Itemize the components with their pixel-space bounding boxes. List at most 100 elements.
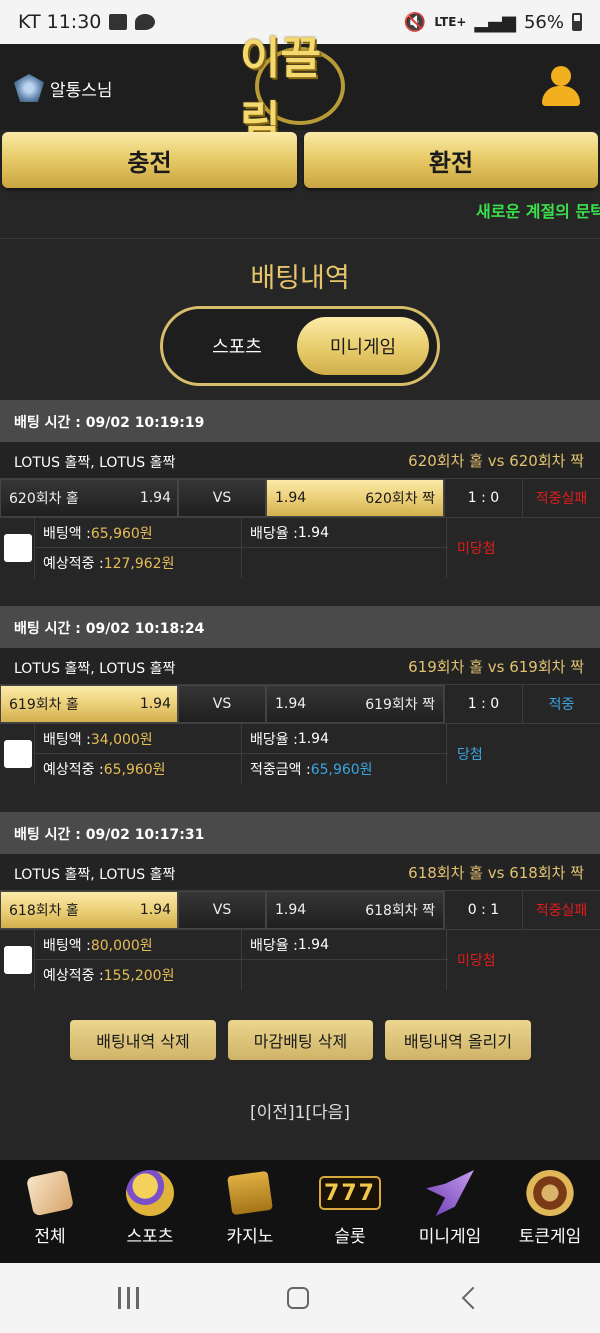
result-label: 적중실패 <box>522 479 600 517</box>
battery-icon <box>572 13 582 31</box>
away-odds: 1.94 <box>275 490 307 506</box>
event-name: LOTUS 홀짝, LOTUS 홀짝 <box>14 661 176 677</box>
win-status: 당첨 <box>457 747 483 763</box>
match-name: 618회차 홀 vs 618회차 짝 <box>408 864 584 882</box>
upload-history-button[interactable]: 배팅내역 올리기 <box>385 1020 531 1060</box>
expect-label: 예상적중 : <box>43 762 104 778</box>
user-info[interactable]: 알통스님 <box>14 74 113 102</box>
home-odds: 1.94 <box>139 902 171 918</box>
bet-detail: 배팅액 :80,000원 배당율 :1.94 예상적중 :155,200원 미당… <box>0 930 600 990</box>
home-odds: 1.94 <box>139 490 171 506</box>
win-value: 65,960원 <box>310 762 373 778</box>
result-label: 적중실패 <box>522 891 600 929</box>
header: 알통스님 이끌림 <box>0 33 600 148</box>
rocket-icon <box>426 1170 474 1216</box>
odds-value: 1.94 <box>297 936 329 953</box>
stake-cell: 배팅액 :80,000원 <box>35 930 242 960</box>
odds-cell: 배당율 :1.94 <box>242 518 448 548</box>
stake-label: 배팅액 : <box>43 731 91 748</box>
odds-cell: 배당율 :1.94 <box>242 930 448 960</box>
rank-badge-icon <box>14 74 44 102</box>
odds-row: 620회차 홀 1.94 VS 1.94 620회차 짝 1 : 0 적중실패 <box>0 478 600 518</box>
nav-label: 슬롯 <box>334 1227 366 1247</box>
nav-label: 미니게임 <box>418 1227 482 1247</box>
network-label: LTE+ <box>434 15 467 29</box>
odds-cell: 배당율 :1.94 <box>242 724 448 754</box>
nav-label: 스포츠 <box>126 1227 174 1247</box>
gallery-icon <box>109 14 128 30</box>
away-pick: 1.94 620회차 짝 <box>266 479 444 517</box>
nav-all[interactable]: 전체 <box>0 1160 100 1263</box>
away-label: 618회차 짝 <box>365 903 435 919</box>
nav-minigame[interactable]: 미니게임 <box>400 1160 500 1263</box>
nav-slot[interactable]: 777 슬롯 <box>300 1160 400 1263</box>
expect-cell: 예상적중 :155,200원 <box>35 960 242 990</box>
delete-closed-button[interactable]: 마감배팅 삭제 <box>228 1020 373 1060</box>
tab-minigame[interactable]: 미니게임 <box>297 317 429 375</box>
home-odds: 1.94 <box>139 696 171 712</box>
nav-label: 카지노 <box>226 1227 274 1247</box>
win-cell: 적중금액 :65,960원 <box>242 754 448 784</box>
expect-value: 155,200원 <box>103 968 175 984</box>
pagination[interactable]: [이전]1[다음] <box>0 1098 600 1123</box>
username: 알통스님 <box>50 80 113 101</box>
away-odds: 1.94 <box>275 902 307 918</box>
divider <box>0 238 600 239</box>
home-pick: 618회차 홀 1.94 <box>0 891 178 929</box>
win-cell <box>242 960 448 990</box>
site-logo[interactable]: 이끌림 <box>240 33 360 148</box>
vs-label: VS <box>178 891 266 929</box>
top-buttons: 충전 환전 <box>0 130 600 190</box>
profile-icon[interactable] <box>540 64 582 108</box>
charge-button[interactable]: 충전 <box>2 132 297 188</box>
nav-label: 전체 <box>34 1227 66 1247</box>
bet-info: LOTUS 홀짝, LOTUS 홀짝 618회차 홀 vs 618회차 짝 <box>0 854 600 890</box>
home-icon[interactable] <box>287 1287 309 1309</box>
page-title: 배팅내역 <box>250 263 350 294</box>
roulette-icon <box>526 1170 574 1216</box>
stake-cell: 배팅액 :65,960원 <box>35 518 242 548</box>
event-name: LOTUS 홀짝, LOTUS 홀짝 <box>14 867 176 883</box>
nav-sports[interactable]: 스포츠 <box>100 1160 200 1263</box>
chat-icon <box>135 14 156 30</box>
score: 1 : 0 <box>444 685 522 723</box>
odds-label: 배당율 : <box>250 525 298 542</box>
expect-cell: 예상적중 :127,962원 <box>35 548 242 578</box>
delete-history-button[interactable]: 배팅내역 삭제 <box>70 1020 216 1060</box>
recents-icon[interactable] <box>118 1287 139 1309</box>
away-label: 619회차 짝 <box>365 697 435 713</box>
nav-token-game[interactable]: 토큰게임 <box>500 1160 600 1263</box>
home-pick: 620회차 홀 1.94 <box>0 479 178 517</box>
dice-icon <box>25 1169 75 1217</box>
nav-casino[interactable]: 카지노 <box>200 1160 300 1263</box>
result-label: 적중 <box>522 685 600 723</box>
bottom-nav: 전체 스포츠 카지노 777 슬롯 미니게임 토큰게임 <box>0 1160 600 1263</box>
action-buttons: 배팅내역 삭제 마감배팅 삭제 배팅내역 올리기 <box>0 1020 600 1062</box>
detail-grid: 배팅액 :65,960원 배당율 :1.94 예상적중 :127,962원 <box>34 518 448 578</box>
vs-label: VS <box>178 685 266 723</box>
win-status: 미당첨 <box>457 953 496 969</box>
home-label: 620회차 홀 <box>9 491 79 507</box>
select-checkbox[interactable] <box>4 946 32 974</box>
detail-grid: 배팅액 :34,000원 배당율 :1.94 예상적중 :65,960원 적중금… <box>34 724 448 784</box>
away-label: 620회차 짝 <box>365 491 435 507</box>
carrier-time: KT 11:30 <box>18 11 102 33</box>
back-icon[interactable] <box>461 1286 485 1310</box>
bet-time: 배팅 시간 : 09/02 10:17:31 <box>0 812 600 854</box>
match-name: 620회차 홀 vs 620회차 짝 <box>408 452 584 470</box>
battery-level: 56% <box>523 11 564 33</box>
score: 1 : 0 <box>444 479 522 517</box>
odds-label: 배당율 : <box>250 731 298 748</box>
cards-icon <box>227 1170 273 1216</box>
tab-sports[interactable]: 스포츠 <box>171 317 303 375</box>
win-cell <box>242 548 448 578</box>
bet-detail: 배팅액 :65,960원 배당율 :1.94 예상적중 :127,962원 미당… <box>0 518 600 578</box>
expect-label: 예상적중 : <box>43 556 104 572</box>
soccer-ball-icon <box>126 1170 174 1216</box>
mute-icon: 🔇 <box>403 11 427 33</box>
match-name: 619회차 홀 vs 619회차 짝 <box>408 658 584 676</box>
exchange-button[interactable]: 환전 <box>304 132 598 188</box>
select-checkbox[interactable] <box>4 534 32 562</box>
select-checkbox[interactable] <box>4 740 32 768</box>
odds-row: 619회차 홀 1.94 VS 1.94 619회차 짝 1 : 0 적중 <box>0 684 600 724</box>
